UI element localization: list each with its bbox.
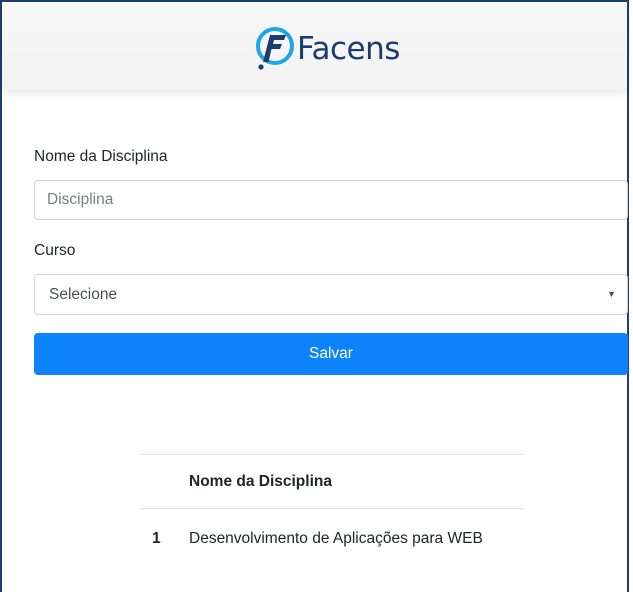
row-index: 1 [152,530,161,547]
header-bar: Facens [2,2,627,90]
course-select[interactable]: Selecione ▼ [34,274,628,315]
discipline-input[interactable] [34,180,628,220]
row-discipline-name: Desenvolvimento de Aplicações para WEB [189,530,483,547]
brand-name: Facens [297,31,400,67]
course-select-value: Selecione [49,286,118,303]
caret-down-icon: ▼ [607,289,616,299]
table-header-divider [140,508,524,509]
facens-logo-icon [256,27,294,70]
brand-logo[interactable]: Facens [255,24,400,74]
save-button[interactable]: Salvar [34,333,628,375]
column-header-discipline: Nome da Disciplina [189,473,332,490]
table-top-divider [140,454,524,455]
discipline-label: Nome da Disciplina [34,148,168,165]
course-label: Curso [34,242,76,259]
app-window: Facens Nome da Disciplina Curso Selecion… [0,0,629,592]
